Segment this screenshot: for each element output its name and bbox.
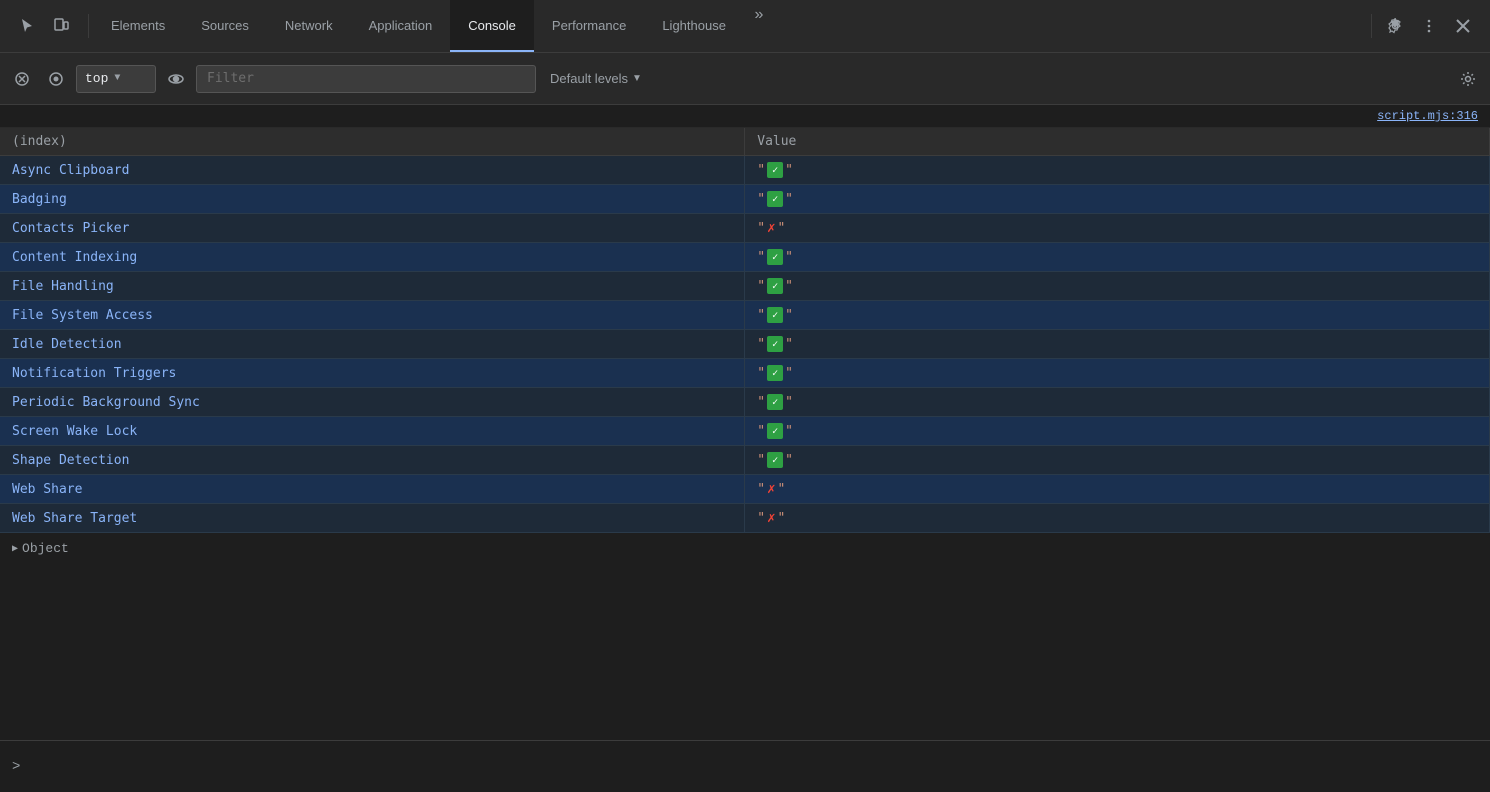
table-row: Idle Detection"✓" xyxy=(0,330,1490,359)
tab-console[interactable]: Console xyxy=(450,0,534,52)
table-row: Screen Wake Lock"✓" xyxy=(0,417,1490,446)
tab-application[interactable]: Application xyxy=(351,0,451,52)
table-row: Web Share Target"✗" xyxy=(0,504,1490,533)
tab-lighthouse[interactable]: Lighthouse xyxy=(644,0,744,52)
cell-value: "✗" xyxy=(745,214,1490,243)
table-row: Shape Detection"✓" xyxy=(0,446,1490,475)
tab-sources[interactable]: Sources xyxy=(183,0,267,52)
cell-value: "✓" xyxy=(745,185,1490,214)
object-label: Object xyxy=(22,541,69,556)
tab-bar: Elements Sources Network Application Con… xyxy=(0,0,1490,53)
table-row: Contacts Picker"✗" xyxy=(0,214,1490,243)
table-header-row: (index) Value xyxy=(0,128,1490,156)
more-tabs-button[interactable]: » xyxy=(744,0,774,30)
devtools-right-controls xyxy=(1359,11,1486,41)
eye-icon[interactable] xyxy=(162,65,190,93)
column-header-index: (index) xyxy=(0,128,745,156)
devtools-controls xyxy=(4,11,84,41)
cell-value: "✓" xyxy=(745,156,1490,185)
cell-value: "✓" xyxy=(745,359,1490,388)
cell-index: File System Access xyxy=(0,301,745,330)
triangle-icon: ▶ xyxy=(12,543,18,555)
cell-index: Contacts Picker xyxy=(0,214,745,243)
cell-value: "✓" xyxy=(745,388,1490,417)
cell-index: File Handling xyxy=(0,272,745,301)
cursor-icon[interactable] xyxy=(12,11,42,41)
context-value: top xyxy=(85,71,108,86)
console-input[interactable] xyxy=(28,759,1478,774)
context-selector[interactable]: top ▼ xyxy=(76,65,156,93)
tab-performance[interactable]: Performance xyxy=(534,0,644,52)
cell-value: "✓" xyxy=(745,417,1490,446)
tab-elements[interactable]: Elements xyxy=(93,0,183,52)
table-row: File Handling"✓" xyxy=(0,272,1490,301)
levels-dropdown-icon: ▼ xyxy=(632,73,642,84)
more-options-icon[interactable] xyxy=(1414,11,1444,41)
cell-index: Web Share xyxy=(0,475,745,504)
clear-console-icon[interactable] xyxy=(8,65,36,93)
table-row: Async Clipboard"✓" xyxy=(0,156,1490,185)
levels-button[interactable]: Default levels ▼ xyxy=(542,65,650,93)
settings-icon[interactable] xyxy=(1380,11,1410,41)
cell-index: Periodic Background Sync xyxy=(0,388,745,417)
cell-index: Shape Detection xyxy=(0,446,745,475)
close-icon[interactable] xyxy=(1448,11,1478,41)
console-area: script.mjs:316 (index) Value Async Clipb… xyxy=(0,105,1490,740)
cell-value: "✓" xyxy=(745,301,1490,330)
console-prompt: > xyxy=(0,740,1490,792)
table-row: Web Share"✗" xyxy=(0,475,1490,504)
script-link-row: script.mjs:316 xyxy=(0,105,1490,128)
cell-index: Async Clipboard xyxy=(0,156,745,185)
cell-index: Badging xyxy=(0,185,745,214)
table-row: Content Indexing"✓" xyxy=(0,243,1490,272)
cell-value: "✓" xyxy=(745,446,1490,475)
script-link[interactable]: script.mjs:316 xyxy=(1377,109,1478,123)
cell-value: "✓" xyxy=(745,272,1490,301)
table-row: Badging"✓" xyxy=(0,185,1490,214)
object-row[interactable]: ▶ Object xyxy=(0,533,1490,564)
cell-value: "✗" xyxy=(745,504,1490,533)
cell-value: "✗" xyxy=(745,475,1490,504)
context-dropdown-icon: ▼ xyxy=(114,73,120,84)
cell-value: "✓" xyxy=(745,330,1490,359)
table-row: Notification Triggers"✓" xyxy=(0,359,1490,388)
table-row: Periodic Background Sync"✓" xyxy=(0,388,1490,417)
cell-value: "✓" xyxy=(745,243,1490,272)
filter-icon[interactable] xyxy=(42,65,70,93)
prompt-symbol: > xyxy=(12,759,20,775)
cell-index: Content Indexing xyxy=(0,243,745,272)
cell-index: Notification Triggers xyxy=(0,359,745,388)
cell-index: Screen Wake Lock xyxy=(0,417,745,446)
tab-network[interactable]: Network xyxy=(267,0,351,52)
cell-index: Idle Detection xyxy=(0,330,745,359)
device-toolbar-icon[interactable] xyxy=(46,11,76,41)
column-header-value: Value xyxy=(745,128,1490,156)
table-row: File System Access"✓" xyxy=(0,301,1490,330)
console-table: (index) Value Async Clipboard"✓"Badging"… xyxy=(0,128,1490,533)
cell-index: Web Share Target xyxy=(0,504,745,533)
filter-input[interactable] xyxy=(196,65,536,93)
main-tabs: Elements Sources Network Application Con… xyxy=(93,0,1359,52)
console-toolbar: top ▼ Default levels ▼ xyxy=(0,53,1490,105)
console-settings-icon[interactable] xyxy=(1454,65,1482,93)
